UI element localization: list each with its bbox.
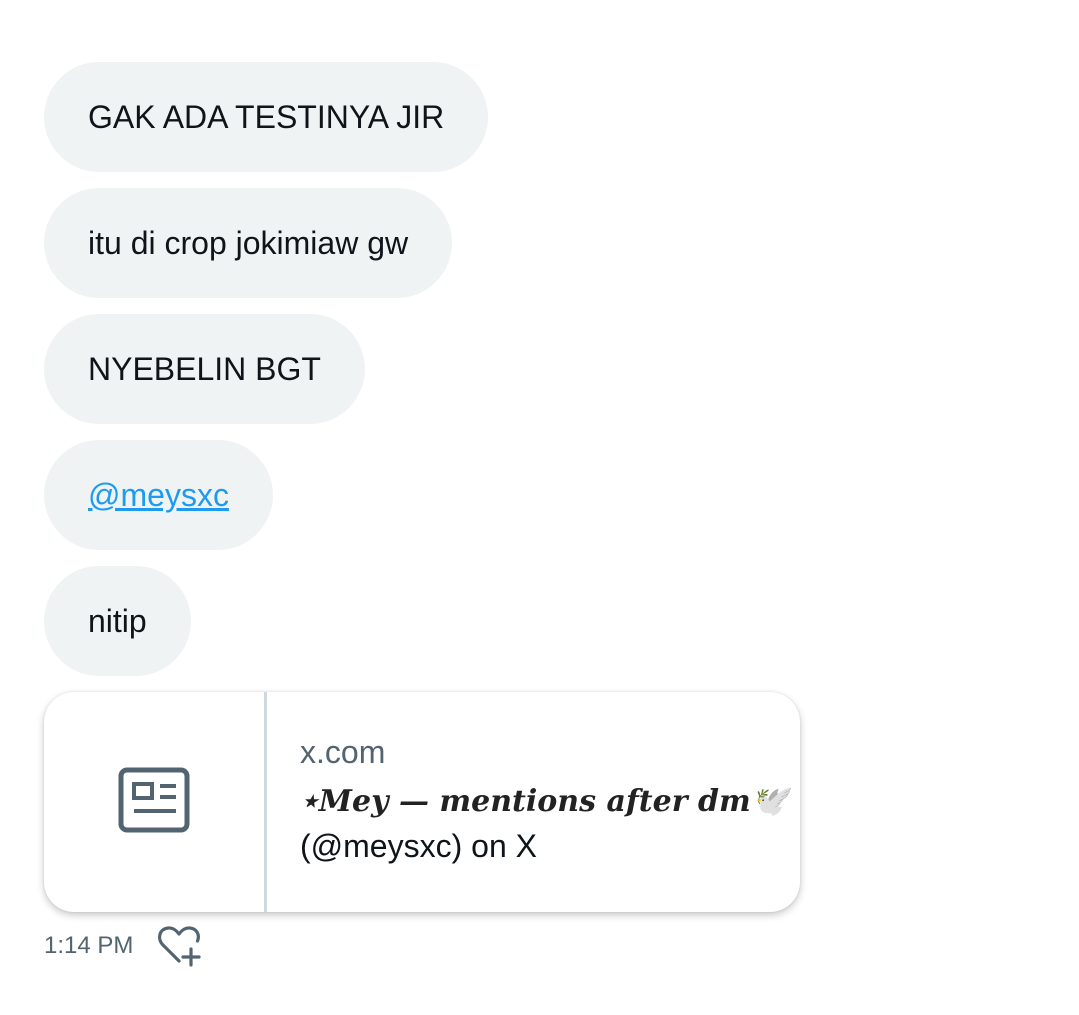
- heart-plus-icon: [158, 926, 201, 967]
- message-text: GAK ADA TESTINYA JIR: [88, 99, 445, 135]
- link-card-domain: x.com: [300, 734, 386, 770]
- message-text: nitip: [88, 603, 147, 639]
- message-bubble[interactable]: NYEBELIN BGT: [44, 314, 365, 424]
- message-bubble[interactable]: itu di crop jokimiaw gw: [44, 188, 453, 298]
- link-card-thumbnail: [44, 692, 267, 912]
- message-bubble[interactable]: @meysxc: [44, 440, 273, 550]
- message-meta: 1:14 PM: [44, 924, 203, 968]
- link-card-title: ⋆Mey — mentions after dm🕊️ (@meysxc) on …: [300, 778, 800, 868]
- link-card-title-handle: (@meysxc) on X: [300, 828, 537, 864]
- link-card-title-name: ⋆Mey — mentions after dm🕊️: [300, 784, 789, 819]
- link-preview-card[interactable]: x.com ⋆Mey — mentions after dm🕊️ (@meysx…: [44, 692, 800, 912]
- add-reaction-button[interactable]: [157, 924, 203, 968]
- dm-conversation: GAK ADA TESTINYA JIR itu di crop jokimia…: [0, 0, 1079, 1015]
- message-text: itu di crop jokimiaw gw: [88, 225, 409, 261]
- message-timestamp: 1:14 PM: [44, 932, 134, 959]
- message-text: NYEBELIN BGT: [88, 351, 321, 387]
- link-card-body: x.com ⋆Mey — mentions after dm🕊️ (@meysx…: [267, 692, 800, 912]
- article-icon: [118, 767, 190, 838]
- message-bubble[interactable]: nitip: [44, 566, 191, 676]
- mention-link[interactable]: @meysxc: [88, 479, 229, 511]
- message-bubble[interactable]: GAK ADA TESTINYA JIR: [44, 62, 489, 172]
